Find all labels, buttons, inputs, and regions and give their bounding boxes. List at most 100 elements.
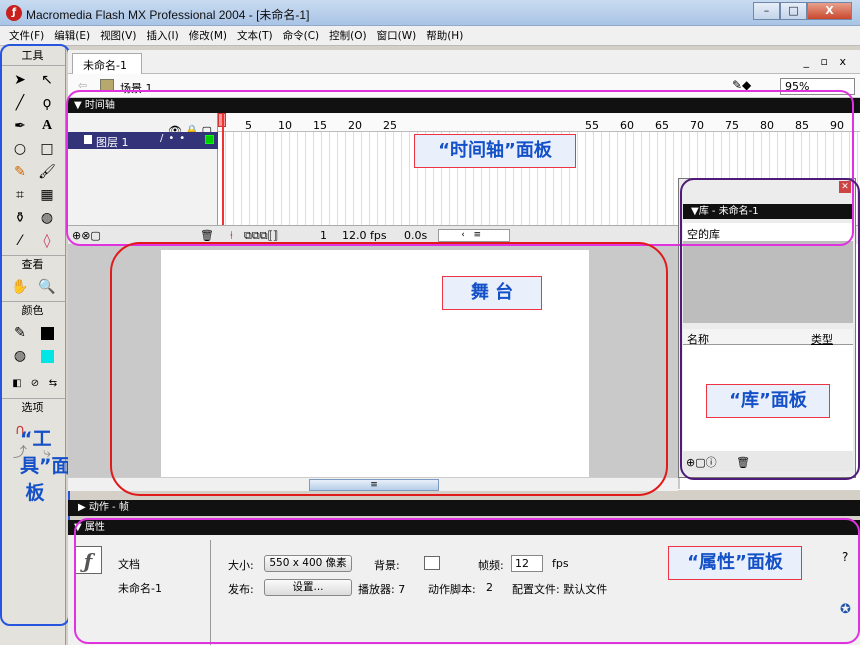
stroke-color-swatch[interactable] xyxy=(36,323,58,343)
document-tab[interactable]: 未命名-1 xyxy=(72,53,142,74)
ruler-tick: 25 xyxy=(383,119,397,132)
frame-ruler: 5 10 15 20 25 55 60 65 70 75 80 85 90 xyxy=(218,113,860,132)
library-column-header: 名称 类型 xyxy=(683,329,853,346)
doc-type-label: 文档 xyxy=(118,558,140,571)
oval-tool-icon[interactable]: ○ xyxy=(9,139,31,159)
minimize-button[interactable]: – xyxy=(753,2,780,20)
subselect-tool-icon[interactable]: ↖ xyxy=(36,70,58,90)
brush-tool-icon[interactable]: 🖌 xyxy=(36,162,58,182)
zoom-select[interactable]: 95% xyxy=(780,78,855,95)
ink-bottle-tool-icon[interactable]: ⚱ xyxy=(9,208,31,228)
back-arrow-icon[interactable]: ⇦ xyxy=(78,79,87,92)
properties-title-bar[interactable]: ▼ 属性 xyxy=(68,520,860,535)
library-panel: ✕ ▼库 - 未命名-1 空的库 名称 类型 ⊕▢ⓘ 🗑 xyxy=(678,178,856,478)
paint-bucket-tool-icon[interactable]: ◍ xyxy=(36,208,58,228)
pencil-tool-icon[interactable]: ✎ xyxy=(9,162,31,182)
scene-bar: ⇦ 场景 1 ✎◆ 95% xyxy=(68,74,860,98)
menu-edit[interactable]: 编辑(E) xyxy=(49,28,95,43)
menu-view[interactable]: 视图(V) xyxy=(95,28,141,43)
elapsed-time: 0.0s xyxy=(404,229,428,242)
library-close-icon[interactable]: ✕ xyxy=(839,181,851,193)
properties-panel: ▼ 属性 ƒ 文档 未命名-1 大小: 550 x 400 像素 背景: 帧频:… xyxy=(68,520,860,645)
swap-colors-icon[interactable]: ⇆ xyxy=(45,374,61,394)
publish-settings-button[interactable]: 设置... xyxy=(264,579,352,596)
stage-horizontal-scrollbar[interactable]: ≡ xyxy=(68,477,678,491)
ruler-tick: 85 xyxy=(795,119,809,132)
ruler-tick: 60 xyxy=(620,119,634,132)
doc-name-label: 未命名-1 xyxy=(118,582,162,595)
publish-label: 发布: xyxy=(228,583,254,596)
timeline-callout: “时间轴”面板 xyxy=(414,134,576,168)
menu-modify[interactable]: 修改(M) xyxy=(184,28,232,43)
library-title[interactable]: ▼库 - 未命名-1 xyxy=(683,204,853,219)
default-colors-icon[interactable]: ◧ xyxy=(9,374,25,394)
free-transform-tool-icon[interactable]: ⌗ xyxy=(9,185,31,205)
menu-insert[interactable]: 插入(I) xyxy=(141,28,183,43)
eraser-tool-icon[interactable]: ◊ xyxy=(36,231,58,251)
background-color-swatch[interactable] xyxy=(424,556,440,570)
player-version: 播放器: 7 xyxy=(358,583,406,596)
menu-text[interactable]: 文本(T) xyxy=(232,28,278,43)
ruler-tick: 15 xyxy=(313,119,327,132)
hand-tool-icon[interactable]: ✋ xyxy=(9,277,31,297)
ruler-tick: 5 xyxy=(245,119,252,132)
fill-color-swatch[interactable] xyxy=(36,346,58,366)
help-icon[interactable]: ? xyxy=(842,550,848,564)
lasso-tool-icon[interactable]: ϙ xyxy=(36,93,58,113)
menu-file[interactable]: 文件(F) xyxy=(4,28,49,43)
eyedropper-tool-icon[interactable]: ⁄ xyxy=(9,231,31,251)
menu-help[interactable]: 帮助(H) xyxy=(421,28,468,43)
fill-color-icon[interactable]: ◍ xyxy=(9,346,31,366)
menu-window[interactable]: 窗口(W) xyxy=(372,28,422,43)
text-tool-icon[interactable]: A xyxy=(36,116,58,136)
window-controls: – □ X xyxy=(753,2,852,20)
fps-input[interactable]: 12 xyxy=(511,555,543,572)
pen-tool-icon[interactable]: ✒ xyxy=(9,116,31,136)
library-window-bar[interactable]: ✕ xyxy=(679,179,855,205)
background-label: 背景: xyxy=(374,559,400,572)
library-empty-label: 空的库 xyxy=(683,223,853,241)
size-button[interactable]: 550 x 400 像素 xyxy=(264,555,352,572)
timeline-scrollbar[interactable]: ‹ ≡ xyxy=(438,229,510,242)
layer-row[interactable]: 图层 1 /•• xyxy=(68,132,218,149)
layer-icon xyxy=(84,135,92,144)
fps-unit: fps xyxy=(552,557,569,570)
accessibility-icon[interactable]: ✪ xyxy=(840,602,851,617)
no-color-icon[interactable]: ⊘ xyxy=(27,374,43,394)
layer-outline-box[interactable] xyxy=(205,135,214,144)
library-delete-icon[interactable]: 🗑 xyxy=(736,456,750,469)
delete-layer-icon[interactable]: 🗑 xyxy=(200,229,214,242)
ruler-tick: 10 xyxy=(278,119,292,132)
new-symbol-icons[interactable]: ⊕▢ⓘ xyxy=(686,456,717,469)
layer-flags[interactable]: /•• xyxy=(160,133,190,144)
menu-control[interactable]: 控制(O) xyxy=(324,28,371,43)
stroke-color-icon[interactable]: ✎ xyxy=(9,323,31,343)
menu-commands[interactable]: 命令(C) xyxy=(278,28,325,43)
scroll-thumb[interactable]: ≡ xyxy=(309,479,439,491)
stage-pasteboard xyxy=(68,244,680,489)
line-tool-icon[interactable]: ╱ xyxy=(9,93,31,113)
view-tools: ✋ 🔍 xyxy=(0,273,65,301)
scene-name: 场景 1 xyxy=(120,82,153,95)
color-mode-buttons: ◧ ⊘ ⇆ xyxy=(0,370,65,398)
actionscript-label: 动作脚本: xyxy=(428,583,476,596)
actions-panel-bar[interactable]: ▶ 动作 - 帧 xyxy=(68,500,860,516)
fps-label: 帧频: xyxy=(478,559,504,572)
actionscript-version: 2 xyxy=(486,581,493,594)
document-window-controls[interactable]: _ ▫ x xyxy=(804,55,850,68)
timeline-title-bar[interactable]: ▼ 时间轴 xyxy=(68,98,860,113)
frame-rate: 12.0 fps xyxy=(342,229,387,242)
maximize-button[interactable]: □ xyxy=(780,2,807,20)
center-frame-icon[interactable]: ⍿ xyxy=(230,229,233,243)
add-layer-icons[interactable]: ⊕⊗▢ xyxy=(72,229,101,242)
fill-transform-tool-icon[interactable]: ▦ xyxy=(36,185,58,205)
zoom-tool-icon[interactable]: 🔍 xyxy=(36,277,58,297)
properties-callout: “属性”面板 xyxy=(668,546,802,580)
ruler-tick: 65 xyxy=(655,119,669,132)
ruler-tick: 90 xyxy=(830,119,844,132)
close-button[interactable]: X xyxy=(807,2,852,20)
arrow-tool-icon[interactable]: ➤ xyxy=(9,70,31,90)
onion-skin-icons[interactable]: ⧉⧉⧉⟦⟧ xyxy=(244,229,278,243)
edit-symbol-icons[interactable]: ✎◆ xyxy=(732,78,751,92)
rectangle-tool-icon[interactable]: □ xyxy=(36,139,58,159)
